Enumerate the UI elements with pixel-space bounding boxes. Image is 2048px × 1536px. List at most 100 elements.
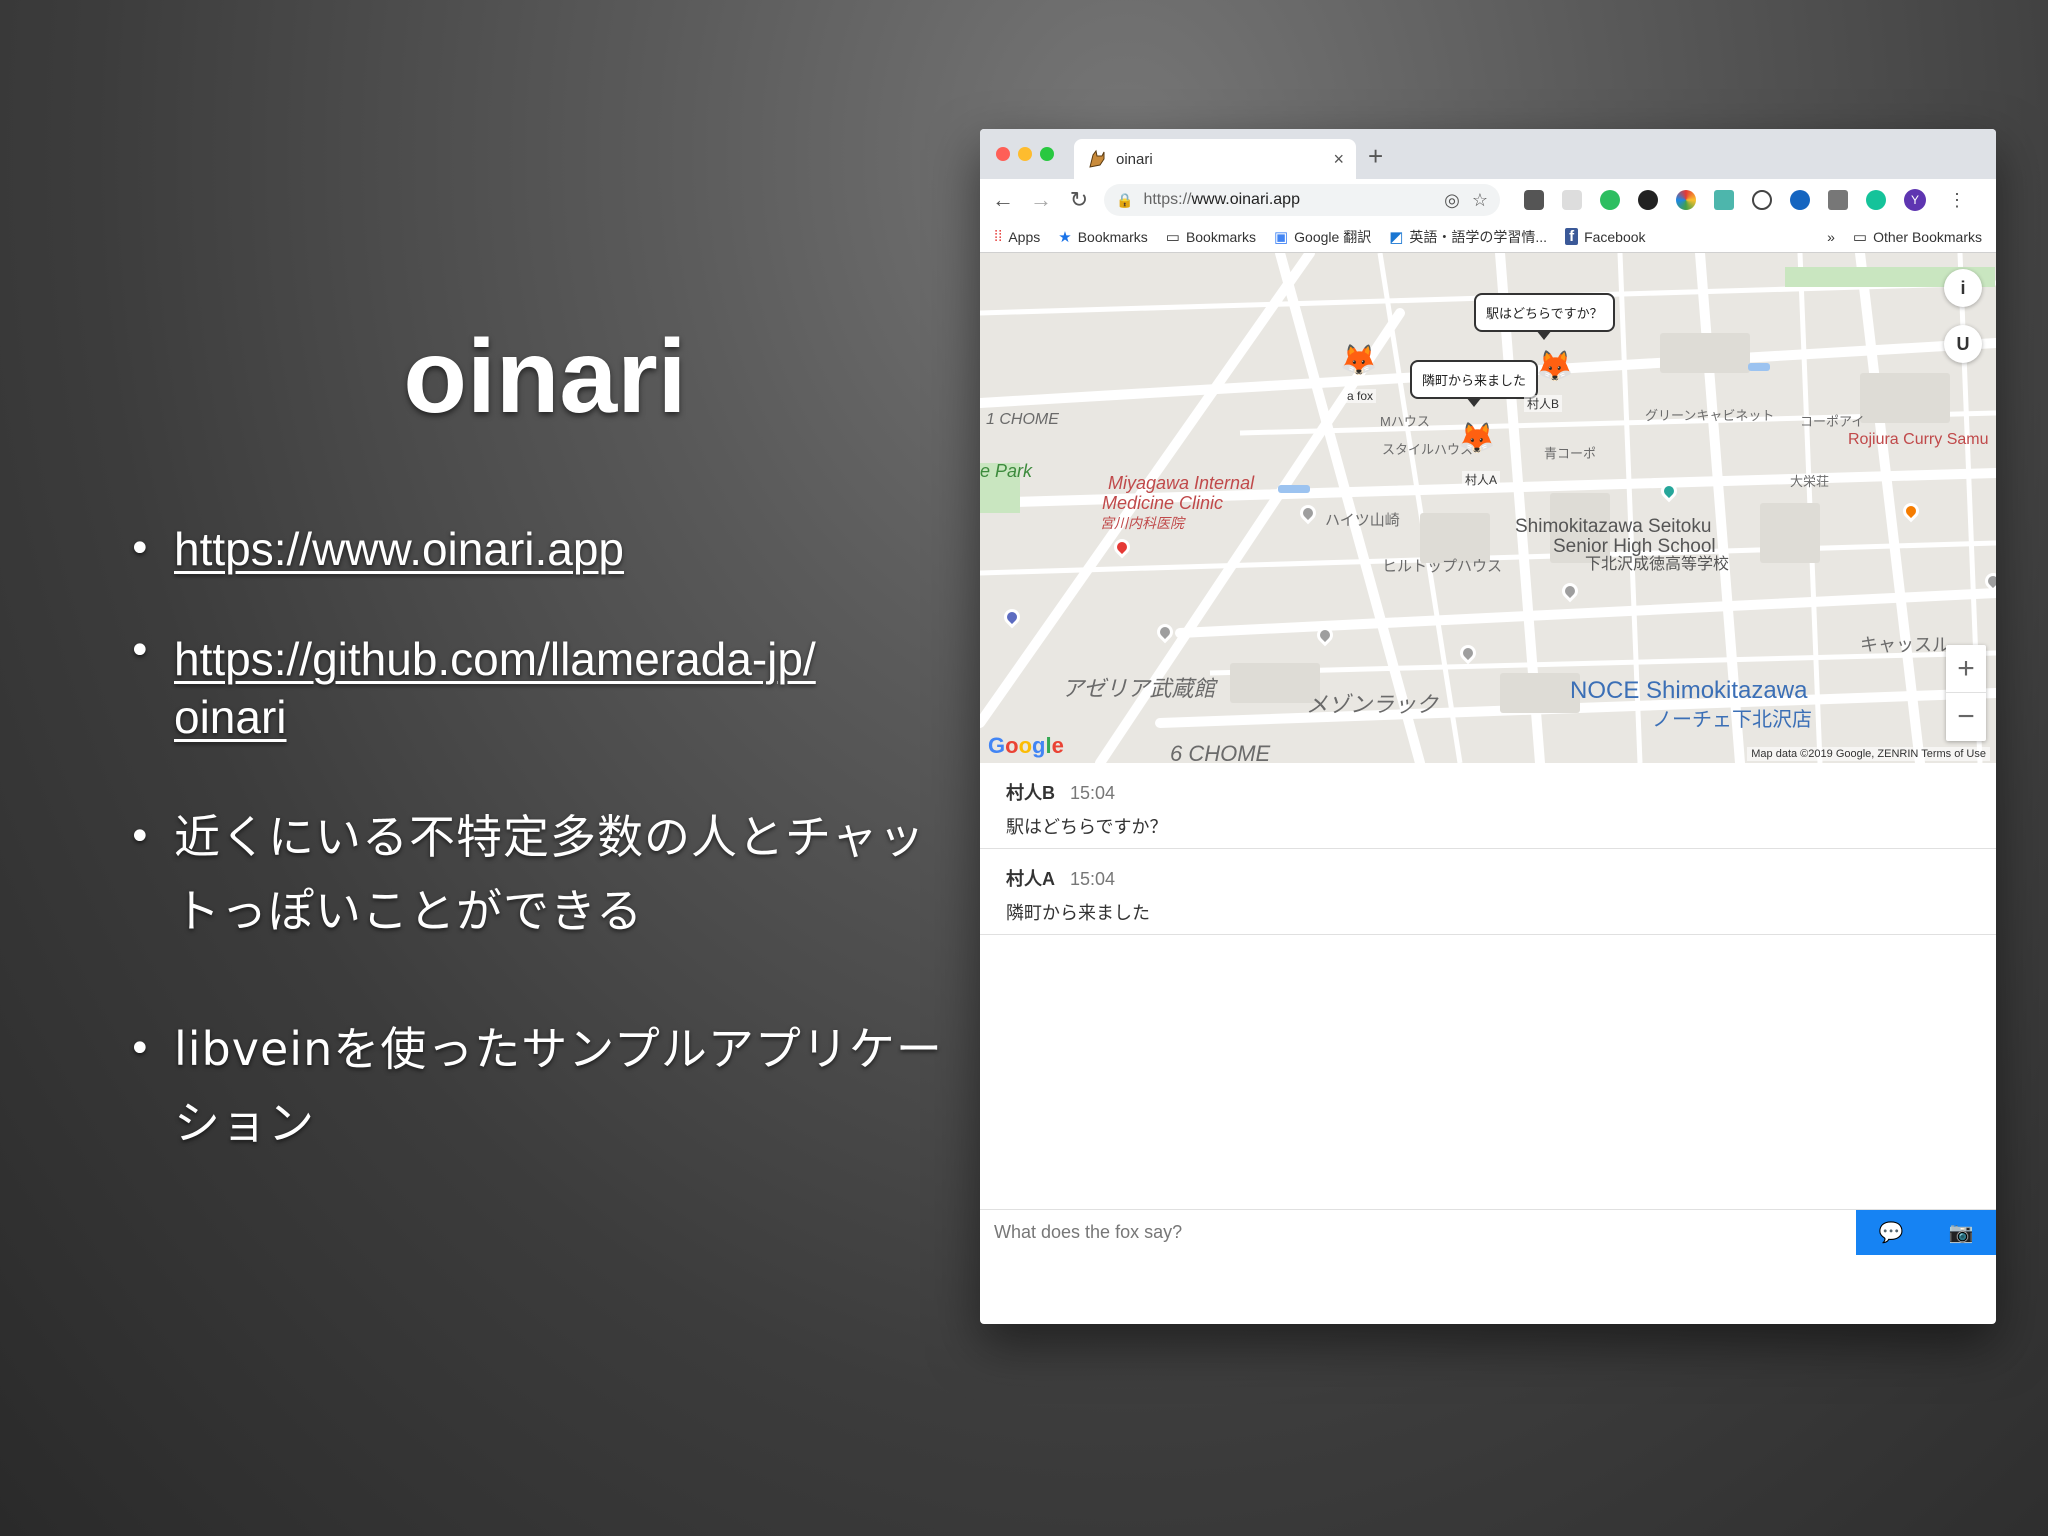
bullet-dot: •: [128, 628, 152, 674]
map-label: 6 CHOME: [1170, 741, 1271, 763]
apps-grid-icon: ⁞⁞: [994, 228, 1003, 245]
facebook-icon: f: [1565, 228, 1579, 245]
zoom-in-button[interactable]: +: [1946, 645, 1986, 693]
map-label: 1 CHOME: [986, 411, 1059, 428]
google-logo[interactable]: Google: [988, 733, 1064, 759]
message-input[interactable]: [980, 1210, 1856, 1255]
bullet-description: • 近くにいる不特定多数の人とチャッ トっぽいことができる: [120, 800, 960, 948]
tab-strip: oinari × +: [980, 129, 1996, 179]
message-author: 村人B: [1006, 783, 1055, 803]
bookmark-english[interactable]: ◩ 英語・語学の学習情...: [1389, 227, 1547, 247]
close-window-button[interactable]: [996, 147, 1010, 161]
tab-oinari[interactable]: oinari ×: [1074, 139, 1356, 179]
bookmark-folder[interactable]: ▭ Bookmarks: [1166, 228, 1256, 246]
fox-self-icon[interactable]: 🦊: [1340, 343, 1377, 378]
bullet-github: • https://github.com/llamerada-jp/oinari: [120, 628, 960, 746]
extension-icon[interactable]: [1638, 190, 1658, 210]
back-icon[interactable]: ←: [990, 187, 1016, 213]
map-label: Shimokitazawa Seitoku: [1515, 516, 1712, 537]
libvein-text: libveinを使ったサンプルアプリケー ション: [174, 1022, 943, 1150]
address-bar[interactable]: 🔒 https://www.oinari.app ◎ ☆: [1104, 184, 1500, 216]
extensions-area: Y ⋮: [1524, 187, 1970, 213]
message-text: 隣町から来ました: [1006, 903, 1150, 923]
extension-icon[interactable]: [1676, 190, 1696, 210]
window-controls: [996, 147, 1054, 161]
map-view[interactable]: Miyagawa Internal Medicine Clinic 宮川内科医院…: [980, 253, 1996, 763]
message-time: 15:04: [1070, 869, 1116, 889]
map-label: Mハウス: [1380, 414, 1430, 429]
fox-villager-b-icon[interactable]: 🦊: [1536, 349, 1573, 384]
map-label: Rojiura Curry Samu: [1848, 431, 1989, 448]
send-message-icon[interactable]: 💬: [1879, 1220, 1904, 1245]
new-tab-button[interactable]: +: [1368, 141, 1383, 172]
chat-bubble-villager-a: 隣町から来ました: [1410, 360, 1539, 407]
bookmark-star-icon[interactable]: ☆: [1472, 190, 1488, 211]
bookmarks-overflow-button[interactable]: »: [1827, 229, 1835, 245]
bookmark-site-icon: ◩: [1389, 228, 1404, 246]
info-icon[interactable]: i: [1944, 269, 1982, 307]
extension-icon[interactable]: [1790, 190, 1810, 210]
map-label: Medicine Clinic: [1102, 493, 1224, 513]
zoom-out-button[interactable]: −: [1946, 693, 1986, 741]
bullet-website: • https://www.oinari.app: [120, 512, 960, 586]
message-text: 駅はどちらですか？: [1006, 817, 1168, 837]
chat-message: 村人A 15:04 隣町から来ました: [980, 849, 1996, 935]
extension-icon[interactable]: [1714, 190, 1734, 210]
camera-icon[interactable]: 📷: [1949, 1220, 1974, 1245]
magnet-icon[interactable]: U: [1944, 325, 1982, 363]
folder-icon: ▭: [1852, 228, 1868, 246]
folder-icon: ▭: [1165, 228, 1180, 246]
grammarly-icon[interactable]: [1866, 190, 1886, 210]
forward-icon[interactable]: →: [1028, 187, 1054, 213]
reload-icon[interactable]: ↻: [1066, 187, 1092, 213]
evernote-icon[interactable]: [1600, 190, 1620, 210]
bullet-libvein: • libveinを使ったサンプルアプリケー ション: [120, 1012, 960, 1160]
lock-icon: 🔒: [1116, 191, 1134, 208]
message-author: 村人A: [1006, 869, 1055, 889]
fox-villager-a-icon[interactable]: 🦊: [1458, 421, 1495, 456]
github-link[interactable]: https://github.com/llamerada-jp/oinari: [174, 633, 816, 743]
map-label: Miyagawa Internal: [1108, 473, 1255, 493]
bullet-dot: •: [128, 1026, 152, 1072]
map-label: e Park: [980, 461, 1033, 481]
fox-villager-a-label: 村人A: [1462, 471, 1501, 488]
map-label: 大栄荘: [1790, 474, 1830, 489]
fox-favicon-icon: [1086, 148, 1108, 170]
slide-title: oinari: [403, 319, 687, 435]
bullet-dot: •: [128, 814, 152, 860]
profile-avatar[interactable]: Y: [1904, 189, 1926, 211]
extension-icon[interactable]: [1828, 190, 1848, 210]
website-link[interactable]: https://www.oinari.app: [174, 523, 624, 575]
extension-icon[interactable]: [1524, 190, 1544, 210]
message-time: 15:04: [1070, 783, 1116, 803]
map-label: グリーンキャビネット: [1645, 408, 1775, 423]
browser-toolbar: ← → ↻ 🔒 https://www.oinari.app ◎ ☆ Y ⋮: [980, 179, 1996, 221]
bookmark-facebook[interactable]: f Facebook: [1565, 228, 1646, 245]
chat-bubble-villager-b: 駅はどちらですか？: [1474, 293, 1615, 340]
map-label: ハイツ山崎: [1325, 512, 1400, 529]
map-label: ノーチェ下北沢店: [1652, 709, 1812, 731]
bookmark-apps[interactable]: ⁞⁞ Apps: [994, 228, 1040, 245]
map-label: 下北沢成徳高等学校: [1585, 556, 1730, 573]
fox-villager-b-label: 村人B: [1524, 395, 1563, 412]
other-bookmarks[interactable]: ▭ Other Bookmarks: [1853, 228, 1982, 246]
map-label: 宮川内科医院: [1100, 515, 1184, 531]
bookmark-item[interactable]: ★ Bookmarks: [1058, 228, 1147, 246]
password-icon[interactable]: [1752, 190, 1772, 210]
url-host: www.oinari.app: [1191, 191, 1300, 208]
tab-title: oinari: [1116, 150, 1153, 168]
map-label: コーポアイ: [1800, 414, 1865, 429]
minimize-window-button[interactable]: [1018, 147, 1032, 161]
composer-actions: 💬 📷: [1856, 1210, 1996, 1255]
extension-icon[interactable]: [1562, 190, 1582, 210]
bookmark-google-translate[interactable]: ▣ Google 翻訳: [1274, 227, 1371, 247]
description-text: 近くにいる不特定多数の人とチャッ トっぽいことができる: [174, 810, 926, 938]
zoom-control: + −: [1946, 645, 1986, 741]
zoom-window-button[interactable]: [1040, 147, 1054, 161]
location-icon[interactable]: ◎: [1444, 190, 1460, 211]
map-label: NOCE Shimokitazawa: [1570, 677, 1808, 704]
close-tab-icon[interactable]: ×: [1333, 149, 1344, 170]
map-attribution[interactable]: Map data ©2019 Google, ZENRIN Terms of U…: [1747, 747, 1990, 761]
chat-panel: 村人B 15:04 駅はどちらですか？ 村人A 15:04 隣町から来ました 💬…: [980, 763, 1996, 1255]
menu-kebab-icon[interactable]: ⋮: [1944, 187, 1970, 213]
